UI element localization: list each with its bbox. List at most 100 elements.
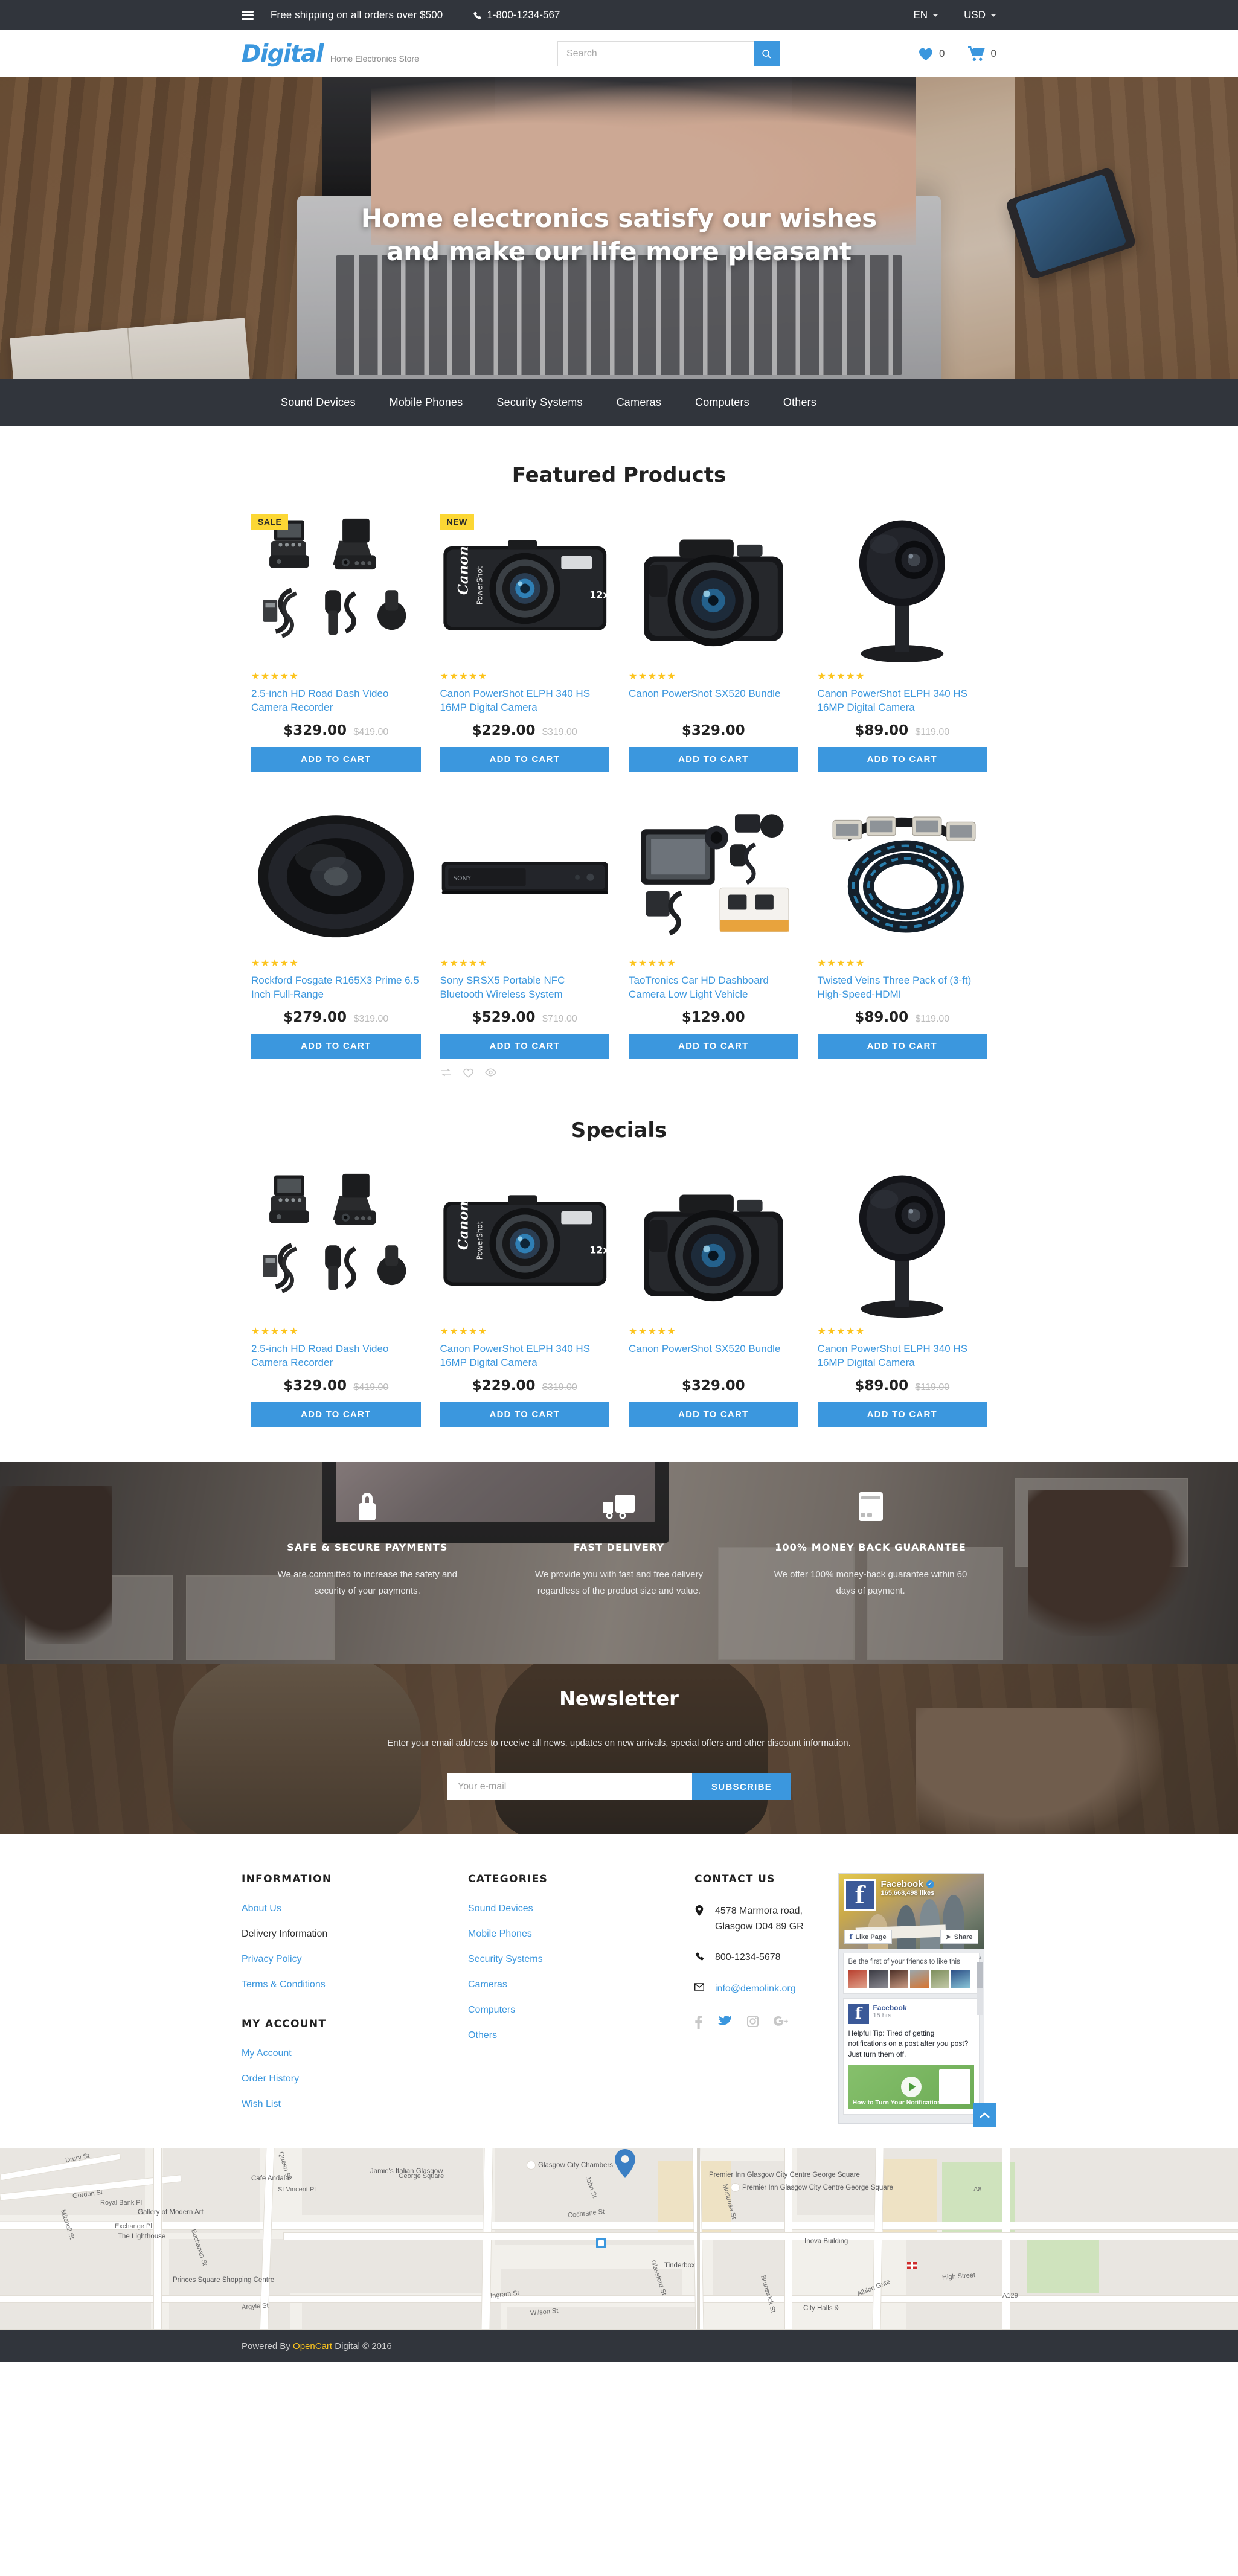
facebook-widget-scrollbar[interactable] bbox=[977, 1962, 983, 2015]
map-poi-label[interactable]: Premier Inn Glasgow City Centre George S… bbox=[709, 2171, 860, 2179]
map-poi-label[interactable]: Gallery of Modern Art bbox=[138, 2209, 204, 2216]
footer-link[interactable]: Privacy Policy bbox=[242, 1954, 454, 1965]
product-name-link[interactable]: Canon PowerShot ELPH 340 HS 16MP Digital… bbox=[818, 1342, 987, 1371]
product-card[interactable]: ★★★★★ Canon PowerShot SX520 Bundle $329.… bbox=[619, 1169, 808, 1427]
footer-link[interactable]: My Account bbox=[242, 2048, 454, 2059]
footer-link[interactable]: Sound Devices bbox=[468, 1903, 680, 1914]
scroll-up-arrow-icon[interactable]: ▲ bbox=[978, 1955, 983, 1961]
add-to-cart-button[interactable]: ADD TO CART bbox=[817, 1402, 987, 1427]
product-image[interactable] bbox=[818, 1169, 987, 1320]
product-card[interactable]: ★★★★★ Canon PowerShot SX520 Bundle $329.… bbox=[619, 514, 808, 772]
wishlist-button[interactable]: 0 bbox=[918, 47, 945, 61]
product-image[interactable] bbox=[629, 801, 798, 952]
search-input[interactable] bbox=[557, 41, 754, 66]
add-to-cart-button[interactable]: ADD TO CART bbox=[629, 1034, 798, 1059]
product-card[interactable]: SONY ★★★★★ Sony SRSX5 Portable NFC Bluet… bbox=[431, 801, 620, 1081]
product-image[interactable]: Canon PowerShot 12x bbox=[440, 514, 610, 665]
cart-button[interactable]: 0 bbox=[967, 46, 996, 62]
product-image[interactable] bbox=[818, 514, 987, 665]
map-poi-label[interactable]: Tinderbox bbox=[664, 2262, 695, 2269]
map-poi-label[interactable]: Glasgow City Chambers bbox=[527, 2161, 613, 2170]
product-name-link[interactable]: Canon PowerShot SX520 Bundle bbox=[629, 1342, 798, 1371]
catnav-item-sound-devices[interactable]: Sound Devices bbox=[242, 396, 373, 409]
map-poi-label[interactable]: The Lighthouse bbox=[118, 2233, 165, 2240]
footer-link[interactable]: Security Systems bbox=[468, 1954, 680, 1965]
add-to-cart-button[interactable]: ADD TO CART bbox=[440, 747, 609, 772]
map-pin-icon[interactable] bbox=[615, 2149, 635, 2178]
instagram-icon[interactable] bbox=[746, 2016, 759, 2032]
product-image[interactable]: SONY bbox=[440, 801, 610, 952]
footer-link[interactable]: Mobile Phones bbox=[468, 1929, 680, 1940]
catnav-item-cameras[interactable]: Cameras bbox=[600, 396, 678, 409]
google-plus-icon[interactable] bbox=[773, 2016, 788, 2032]
catnav-item-mobile-phones[interactable]: Mobile Phones bbox=[373, 396, 480, 409]
heart-outline-icon[interactable] bbox=[463, 1068, 473, 1081]
product-card[interactable]: ★★★★★ 2.5-inch HD Road Dash Video Camera… bbox=[242, 1169, 431, 1427]
product-image[interactable] bbox=[251, 1169, 421, 1320]
product-image[interactable] bbox=[629, 1169, 798, 1320]
newsletter-email-input[interactable] bbox=[447, 1773, 692, 1801]
product-card[interactable]: ★★★★★ TaoTronics Car HD Dashboard Camera… bbox=[619, 801, 808, 1081]
eye-icon[interactable] bbox=[484, 1068, 496, 1081]
language-selector[interactable]: EN bbox=[913, 9, 939, 21]
footer-link[interactable]: Wish List bbox=[242, 2099, 454, 2110]
map-poi-label[interactable]: Jamie's Italian Glasgow bbox=[370, 2168, 443, 2175]
product-image[interactable] bbox=[251, 801, 421, 952]
catnav-item-others[interactable]: Others bbox=[766, 396, 833, 409]
facebook-widget[interactable]: f Facebook ✓ 165,668,498 likes f Like Pa… bbox=[838, 1873, 984, 2124]
subscribe-button[interactable]: SUBSCRIBE bbox=[692, 1773, 791, 1801]
map-poi-label[interactable]: Premier Inn Glasgow City Centre George S… bbox=[731, 2183, 893, 2192]
footer-link[interactable]: Others bbox=[468, 2030, 680, 2041]
map-poi-label[interactable]: City Halls & bbox=[803, 2305, 839, 2312]
product-name-link[interactable]: Canon PowerShot SX520 Bundle bbox=[629, 687, 798, 716]
facebook-share-button[interactable]: ➤ Share bbox=[940, 1930, 978, 1944]
product-name-link[interactable]: Sony SRSX5 Portable NFC Bluetooth Wirele… bbox=[440, 973, 610, 1002]
facebook-icon[interactable] bbox=[694, 2016, 702, 2032]
hamburger-icon[interactable] bbox=[242, 10, 254, 20]
logo-link[interactable]: Digital Home Electronics Store bbox=[242, 42, 419, 66]
add-to-cart-button[interactable]: ADD TO CART bbox=[251, 1034, 421, 1059]
facebook-post-author[interactable]: Facebook bbox=[873, 2004, 907, 2012]
facebook-like-page-button[interactable]: f Like Page bbox=[844, 1930, 892, 1944]
product-name-link[interactable]: Canon PowerShot ELPH 340 HS 16MP Digital… bbox=[440, 1342, 610, 1371]
product-image[interactable] bbox=[818, 801, 987, 952]
twitter-icon[interactable] bbox=[718, 2015, 733, 2032]
footer-link[interactable]: Terms & Conditions bbox=[242, 1979, 454, 1990]
footer-link[interactable]: About Us bbox=[242, 1903, 454, 1914]
top-bar-phone[interactable]: 1-800-1234-567 bbox=[473, 9, 560, 21]
product-name-link[interactable]: Canon PowerShot ELPH 340 HS 16MP Digital… bbox=[818, 687, 987, 716]
add-to-cart-button[interactable]: ADD TO CART bbox=[251, 747, 421, 772]
contact-email-link[interactable]: info@demolink.org bbox=[715, 1981, 796, 1997]
footer-link[interactable]: Order History bbox=[242, 2074, 454, 2084]
map-poi-label[interactable]: Inova Building bbox=[804, 2238, 848, 2245]
product-card[interactable]: Canon PowerShot 12x ★★★★★ Canon PowerSho… bbox=[431, 1169, 620, 1427]
product-card[interactable]: NEW Canon PowerShot 12x ★★★★★ Canon Powe… bbox=[431, 514, 620, 772]
add-to-cart-button[interactable]: ADD TO CART bbox=[629, 1402, 798, 1427]
product-card[interactable]: SALE ★★★★★ 2.5-inch HD Road Dash Video C… bbox=[242, 514, 431, 772]
catnav-item-computers[interactable]: Computers bbox=[678, 396, 766, 409]
footer-link[interactable]: Delivery Information bbox=[242, 1929, 454, 1940]
add-to-cart-button[interactable]: ADD TO CART bbox=[440, 1034, 609, 1059]
map-poi-label[interactable]: Princes Square Shopping Centre bbox=[173, 2276, 274, 2284]
product-image[interactable] bbox=[629, 514, 798, 665]
product-image[interactable] bbox=[251, 514, 421, 665]
location-map[interactable]: Drury St Gordon St Mitchell St Royal Bank P… bbox=[0, 2148, 1238, 2330]
add-to-cart-button[interactable]: ADD TO CART bbox=[817, 1034, 987, 1059]
product-card[interactable]: ★★★★★ Twisted Veins Three Pack of (3-ft)… bbox=[808, 801, 997, 1081]
scroll-to-top-button[interactable] bbox=[973, 2103, 996, 2127]
opencart-link[interactable]: OpenCart bbox=[293, 2341, 332, 2351]
product-name-link[interactable]: Canon PowerShot ELPH 340 HS 16MP Digital… bbox=[440, 687, 610, 716]
product-card[interactable]: ★★★★★ Canon PowerShot ELPH 340 HS 16MP D… bbox=[808, 1169, 997, 1427]
search-button[interactable] bbox=[754, 41, 780, 66]
catnav-item-security-systems[interactable]: Security Systems bbox=[479, 396, 599, 409]
product-name-link[interactable]: Twisted Veins Three Pack of (3-ft) High-… bbox=[818, 973, 987, 1002]
product-card[interactable]: ★★★★★ Canon PowerShot ELPH 340 HS 16MP D… bbox=[808, 514, 997, 772]
product-name-link[interactable]: TaoTronics Car HD Dashboard Camera Low L… bbox=[629, 973, 798, 1002]
add-to-cart-button[interactable]: ADD TO CART bbox=[251, 1402, 421, 1427]
product-name-link[interactable]: 2.5-inch HD Road Dash Video Camera Recor… bbox=[251, 1342, 421, 1371]
map-poi-label[interactable]: Cafe Andaluz bbox=[251, 2175, 292, 2182]
add-to-cart-button[interactable]: ADD TO CART bbox=[629, 747, 798, 772]
add-to-cart-button[interactable]: ADD TO CART bbox=[440, 1402, 609, 1427]
product-name-link[interactable]: 2.5-inch HD Road Dash Video Camera Recor… bbox=[251, 687, 421, 716]
add-to-cart-button[interactable]: ADD TO CART bbox=[817, 747, 987, 772]
